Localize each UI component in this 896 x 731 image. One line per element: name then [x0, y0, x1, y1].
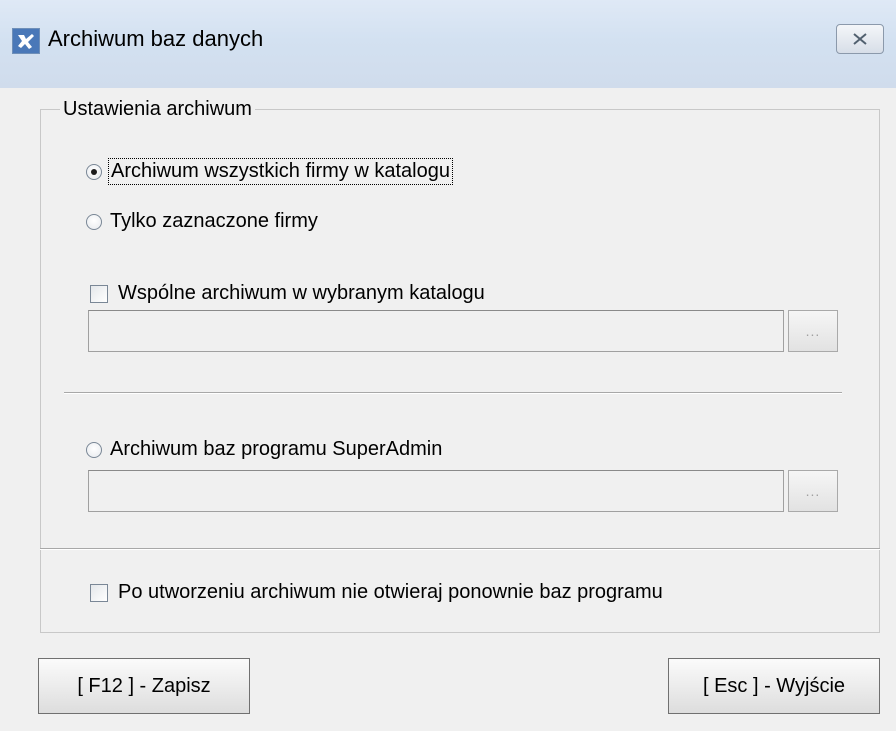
- dialog-body: Ustawienia archiwum Archiwum wszystkich …: [0, 88, 896, 731]
- close-icon: [853, 33, 867, 45]
- group-legend: Ustawienia archiwum: [60, 96, 255, 122]
- checkbox-no-reopen-label: Po utworzeniu archiwum nie otwieraj pono…: [118, 581, 663, 603]
- window-title: Archiwum baz danych: [48, 26, 264, 51]
- superadmin-path-field[interactable]: [88, 470, 784, 512]
- checkbox-shared-archive[interactable]: Wspólne archiwum w wybranym katalogu: [90, 282, 485, 305]
- radio-indicator[interactable]: [86, 213, 102, 230]
- superadmin-browse-button[interactable]: ...: [788, 470, 838, 512]
- title-bar: Archiwum baz danych: [0, 0, 896, 88]
- exit-button[interactable]: [ Esc ] - Wyjście: [668, 658, 880, 714]
- checkbox-no-reopen[interactable]: Po utworzeniu archiwum nie otwieraj pono…: [90, 581, 663, 604]
- divider: [40, 548, 880, 550]
- radio-selected-dot: [91, 168, 97, 175]
- ellipsis-icon: ...: [805, 483, 821, 499]
- divider: [64, 392, 842, 394]
- radio-selected-companies[interactable]: Tylko zaznaczone firmy: [86, 210, 318, 233]
- save-button[interactable]: [ F12 ] - Zapisz: [38, 658, 250, 714]
- app-icon: [12, 28, 40, 54]
- checkbox-indicator[interactable]: [90, 284, 108, 303]
- radio-indicator[interactable]: [86, 163, 102, 180]
- radio-all-companies[interactable]: Archiwum wszystkich firmy w katalogu: [86, 158, 453, 185]
- ellipsis-icon: ...: [805, 323, 821, 339]
- archive-settings-group: [40, 109, 880, 633]
- radio-all-companies-label: Archiwum wszystkich firmy w katalogu: [108, 158, 453, 185]
- close-button[interactable]: [836, 24, 884, 54]
- radio-superadmin[interactable]: Archiwum baz programu SuperAdmin: [86, 438, 442, 461]
- radio-indicator[interactable]: [86, 441, 102, 458]
- checkbox-shared-archive-label: Wspólne archiwum w wybranym katalogu: [118, 282, 485, 304]
- radio-selected-companies-label: Tylko zaznaczone firmy: [110, 210, 318, 232]
- radio-superadmin-label: Archiwum baz programu SuperAdmin: [110, 438, 443, 460]
- shared-archive-browse-button[interactable]: ...: [788, 310, 838, 352]
- checkbox-indicator[interactable]: [90, 583, 108, 602]
- shared-archive-path-field[interactable]: [88, 310, 784, 352]
